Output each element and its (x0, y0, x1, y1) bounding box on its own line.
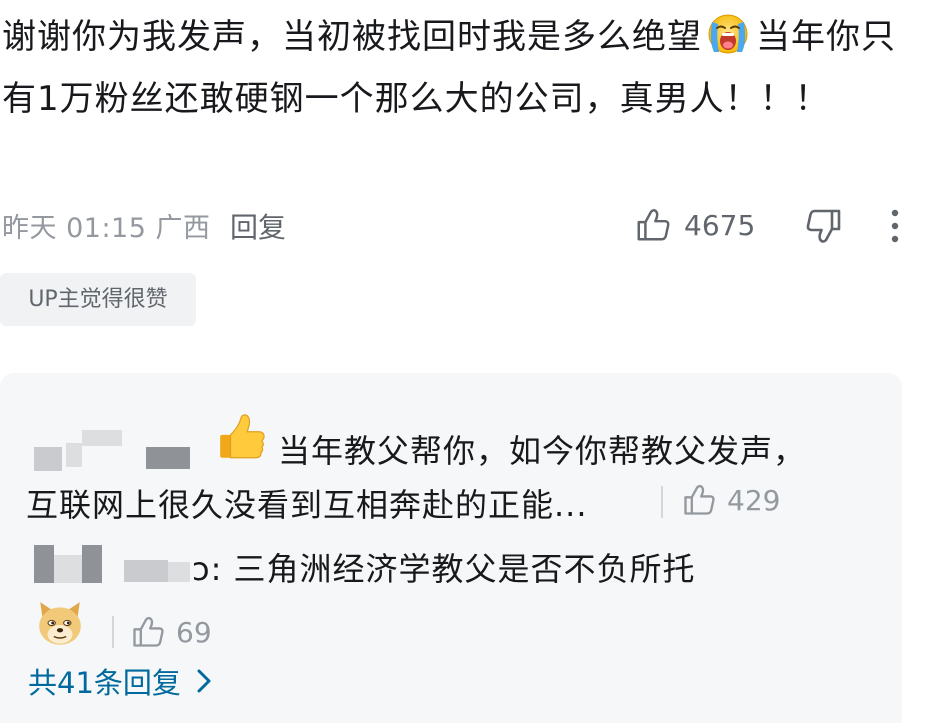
chevron-right-icon (197, 669, 211, 693)
comment-time-location: 昨天 01:15 广西 (2, 213, 211, 244)
blurred-username (34, 447, 62, 471)
comment-meta-row: 昨天 01:15 广西 回复 4675 (2, 202, 917, 248)
like-count: 4675 (684, 208, 756, 242)
reply-like-count: 69 (176, 615, 212, 649)
reply-text-line2: 互联网上很久没看到互相奔赴的正能... (26, 486, 588, 524)
view-more-replies-link[interactable]: 共41条回复 (28, 660, 213, 702)
reply-text-line1: 当年教父帮你，如今你帮教父发声， (278, 432, 807, 470)
reply-like-button[interactable]: 429 (681, 482, 780, 518)
thumbs-up-icon (637, 209, 670, 241)
blurred-username (34, 545, 54, 583)
more-replies-label: 共41条回复 (28, 666, 181, 700)
doge-emoji (39, 602, 81, 645)
up-liked-badge: UP主觉得很赞 (0, 273, 196, 326)
reply-text: ɔ: 三角洲经济学教父是否不负所托 (192, 550, 696, 588)
blurred-username (82, 430, 122, 446)
like-button[interactable]: 4675 (634, 202, 755, 248)
comment-text-part1: 谢谢你为我发声，当初被找回时我是多么绝望 (2, 17, 702, 57)
reply-button[interactable]: 回复 (230, 206, 286, 246)
comment-text: 谢谢你为我发声，当初被找回时我是多么绝望 当年你只有1万粉丝还敢硬钢一个那么大的… (2, 6, 902, 130)
separator (112, 616, 114, 648)
more-options-icon[interactable] (880, 206, 910, 246)
reply-like-count: 429 (727, 483, 781, 517)
blurred-username (54, 555, 82, 583)
separator (661, 486, 663, 518)
blurred-username (124, 560, 168, 582)
reply-like-button[interactable]: 69 (130, 614, 212, 650)
thumbs-down-icon[interactable] (804, 206, 844, 246)
thumbs-up-icon (684, 484, 715, 515)
blurred-username (146, 447, 190, 469)
blurred-username (66, 443, 82, 467)
thumbs-up-emoji (220, 414, 265, 459)
thumbs-up-icon (133, 616, 164, 647)
crying-face-icon (708, 14, 748, 54)
blurred-username (168, 562, 190, 582)
blurred-username (82, 545, 102, 583)
